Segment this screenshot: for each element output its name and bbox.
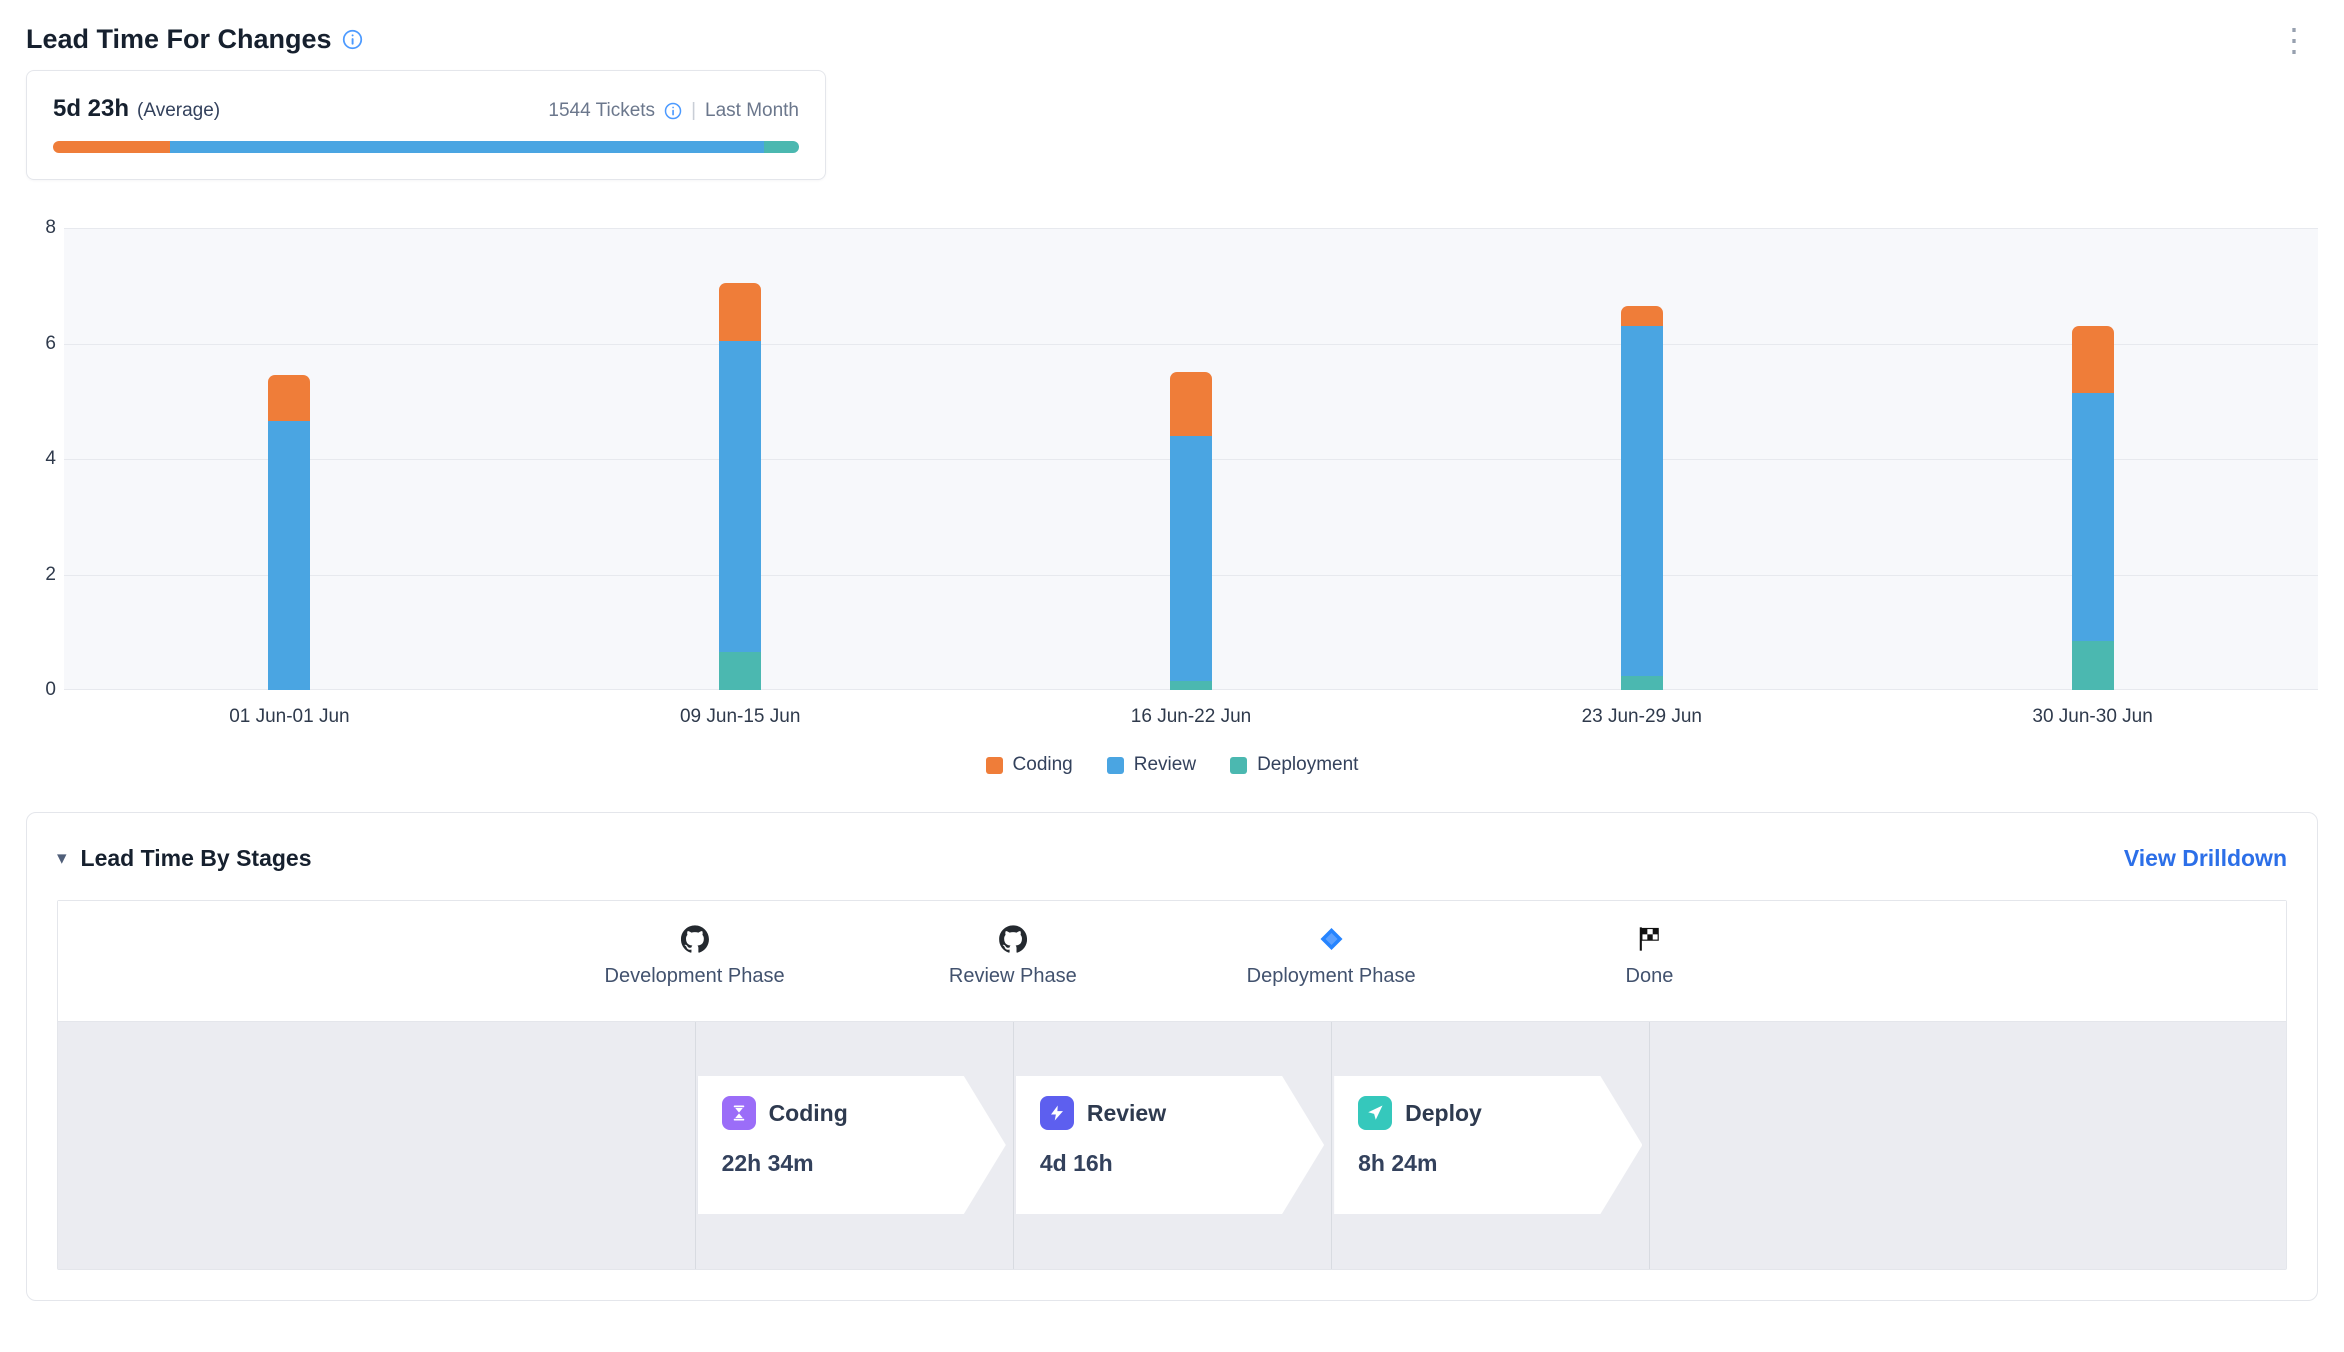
column-divider xyxy=(1013,1022,1014,1269)
legend-item-review[interactable]: Review xyxy=(1107,754,1196,776)
hourglass-icon xyxy=(722,1096,756,1130)
page-title: Lead Time For Changes xyxy=(26,24,332,55)
legend-item-coding[interactable]: Coding xyxy=(986,754,1073,776)
bar-segment-review[interactable] xyxy=(2072,393,2114,641)
bar-slot xyxy=(64,228,515,690)
tickets-count: 1544 Tickets xyxy=(548,100,655,122)
view-drilldown-link[interactable]: View Drilldown xyxy=(2124,845,2287,872)
y-tick-label: 6 xyxy=(45,333,56,355)
bar-segment-deployment[interactable] xyxy=(719,652,761,690)
diamond-icon xyxy=(1247,925,1416,955)
chevron-down-icon[interactable]: ▾ xyxy=(57,847,67,870)
checkered-flag-icon xyxy=(1626,925,1674,955)
legend-label: Deployment xyxy=(1257,754,1358,776)
bar-segment-review[interactable] xyxy=(1621,326,1663,675)
plot-area xyxy=(64,228,2318,690)
kebab-menu-icon[interactable]: ⋮ xyxy=(2270,24,2318,56)
phase-label: Done xyxy=(1626,965,1674,988)
period-label: Last Month xyxy=(705,100,799,122)
x-tick-label: 30 Jun-30 Jun xyxy=(1867,706,2318,728)
phase-development: Development Phase xyxy=(605,925,785,988)
summary-progress-bar xyxy=(53,141,799,153)
x-tick-label: 23 Jun-29 Jun xyxy=(1416,706,1867,728)
bar-slot xyxy=(1867,228,2318,690)
stacked-bar[interactable] xyxy=(719,228,761,690)
bar-segment-deployment[interactable] xyxy=(1170,681,1212,690)
bar-segment-review[interactable] xyxy=(268,421,310,690)
legend-label: Coding xyxy=(1013,754,1073,776)
bar-segment-coding[interactable] xyxy=(268,375,310,421)
phase-review: Review Phase xyxy=(949,925,1077,988)
stacked-bar[interactable] xyxy=(1170,228,1212,690)
y-tick-label: 4 xyxy=(45,448,56,470)
rocket-icon xyxy=(1358,1096,1392,1130)
average-value: 5d 23h xyxy=(53,95,129,123)
x-tick-label: 09 Jun-15 Jun xyxy=(515,706,966,728)
legend-swatch xyxy=(986,757,1003,774)
summary-card: 5d 23h (Average) 1544 Tickets | Last Mon… xyxy=(26,70,826,180)
bar-segment-coding[interactable] xyxy=(2072,326,2114,392)
progress-segment-review xyxy=(170,141,764,153)
stage-name: Deploy xyxy=(1405,1100,1482,1127)
progress-segment-coding xyxy=(53,141,170,153)
stage-duration: 8h 24m xyxy=(1358,1150,1618,1177)
legend-label: Review xyxy=(1134,754,1196,776)
legend: Coding Review Deployment xyxy=(26,754,2318,776)
bar-segment-coding[interactable] xyxy=(719,283,761,341)
bar-segment-coding[interactable] xyxy=(1621,306,1663,326)
stage-duration: 4d 16h xyxy=(1040,1150,1300,1177)
bars xyxy=(64,228,2318,690)
phase-done: Done xyxy=(1626,925,1674,988)
column-divider xyxy=(1649,1022,1650,1269)
x-axis: 01 Jun-01 Jun09 Jun-15 Jun16 Jun-22 Jun2… xyxy=(64,706,2318,728)
bar-segment-deployment[interactable] xyxy=(2072,641,2114,690)
stage-name: Coding xyxy=(769,1100,848,1127)
average-suffix: (Average) xyxy=(137,100,220,122)
stage-card-review[interactable]: Review 4d 16h xyxy=(1016,1076,1324,1214)
stage-duration: 22h 34m xyxy=(722,1150,982,1177)
bar-segment-review[interactable] xyxy=(1170,436,1212,681)
info-icon[interactable] xyxy=(342,29,363,50)
phase-label: Development Phase xyxy=(605,965,785,988)
github-icon xyxy=(605,925,785,955)
stage-card-deploy[interactable]: Deploy 8h 24m xyxy=(1334,1076,1642,1214)
phase-deployment: Deployment Phase xyxy=(1247,925,1416,988)
stacked-bar[interactable] xyxy=(2072,228,2114,690)
tickets-info-icon[interactable] xyxy=(664,102,682,120)
bar-slot xyxy=(1416,228,1867,690)
lead-time-chart: 02468 01 Jun-01 Jun09 Jun-15 Jun16 Jun-2… xyxy=(26,228,2318,776)
stage-name: Review xyxy=(1087,1100,1166,1127)
stage-card-coding[interactable]: Coding 22h 34m xyxy=(698,1076,1006,1214)
x-tick-label: 01 Jun-01 Jun xyxy=(64,706,515,728)
phase-label: Review Phase xyxy=(949,965,1077,988)
bar-slot xyxy=(966,228,1417,690)
bar-segment-coding[interactable] xyxy=(1170,372,1212,436)
stages-box: Development Phase Review Phase Deploymen… xyxy=(57,900,2287,1270)
bar-slot xyxy=(515,228,966,690)
legend-item-deployment[interactable]: Deployment xyxy=(1230,754,1358,776)
stacked-bar[interactable] xyxy=(1621,228,1663,690)
column-divider xyxy=(1331,1022,1332,1269)
lead-time-by-stages-panel: ▾ Lead Time By Stages View Drilldown Dev… xyxy=(26,812,2318,1301)
stage-body: Coding 22h 34m Review 4d 16h xyxy=(58,1021,2286,1269)
legend-swatch xyxy=(1230,757,1247,774)
separator: | xyxy=(691,100,696,122)
y-tick-label: 2 xyxy=(45,564,56,586)
bolt-icon xyxy=(1040,1096,1074,1130)
column-divider xyxy=(695,1022,696,1269)
y-tick-label: 0 xyxy=(45,679,56,701)
legend-swatch xyxy=(1107,757,1124,774)
bar-segment-deployment[interactable] xyxy=(1621,676,1663,690)
stacked-bar[interactable] xyxy=(268,228,310,690)
github-icon xyxy=(949,925,1077,955)
bar-segment-review[interactable] xyxy=(719,341,761,653)
phase-label: Deployment Phase xyxy=(1247,965,1416,988)
phase-header: Development Phase Review Phase Deploymen… xyxy=(58,901,2286,1021)
y-tick-label: 8 xyxy=(45,217,56,239)
stages-title: Lead Time By Stages xyxy=(81,845,312,872)
progress-segment-deployment xyxy=(764,141,799,153)
y-axis: 02468 xyxy=(26,228,64,690)
page-header: Lead Time For Changes ⋮ xyxy=(26,24,2318,56)
x-tick-label: 16 Jun-22 Jun xyxy=(966,706,1417,728)
